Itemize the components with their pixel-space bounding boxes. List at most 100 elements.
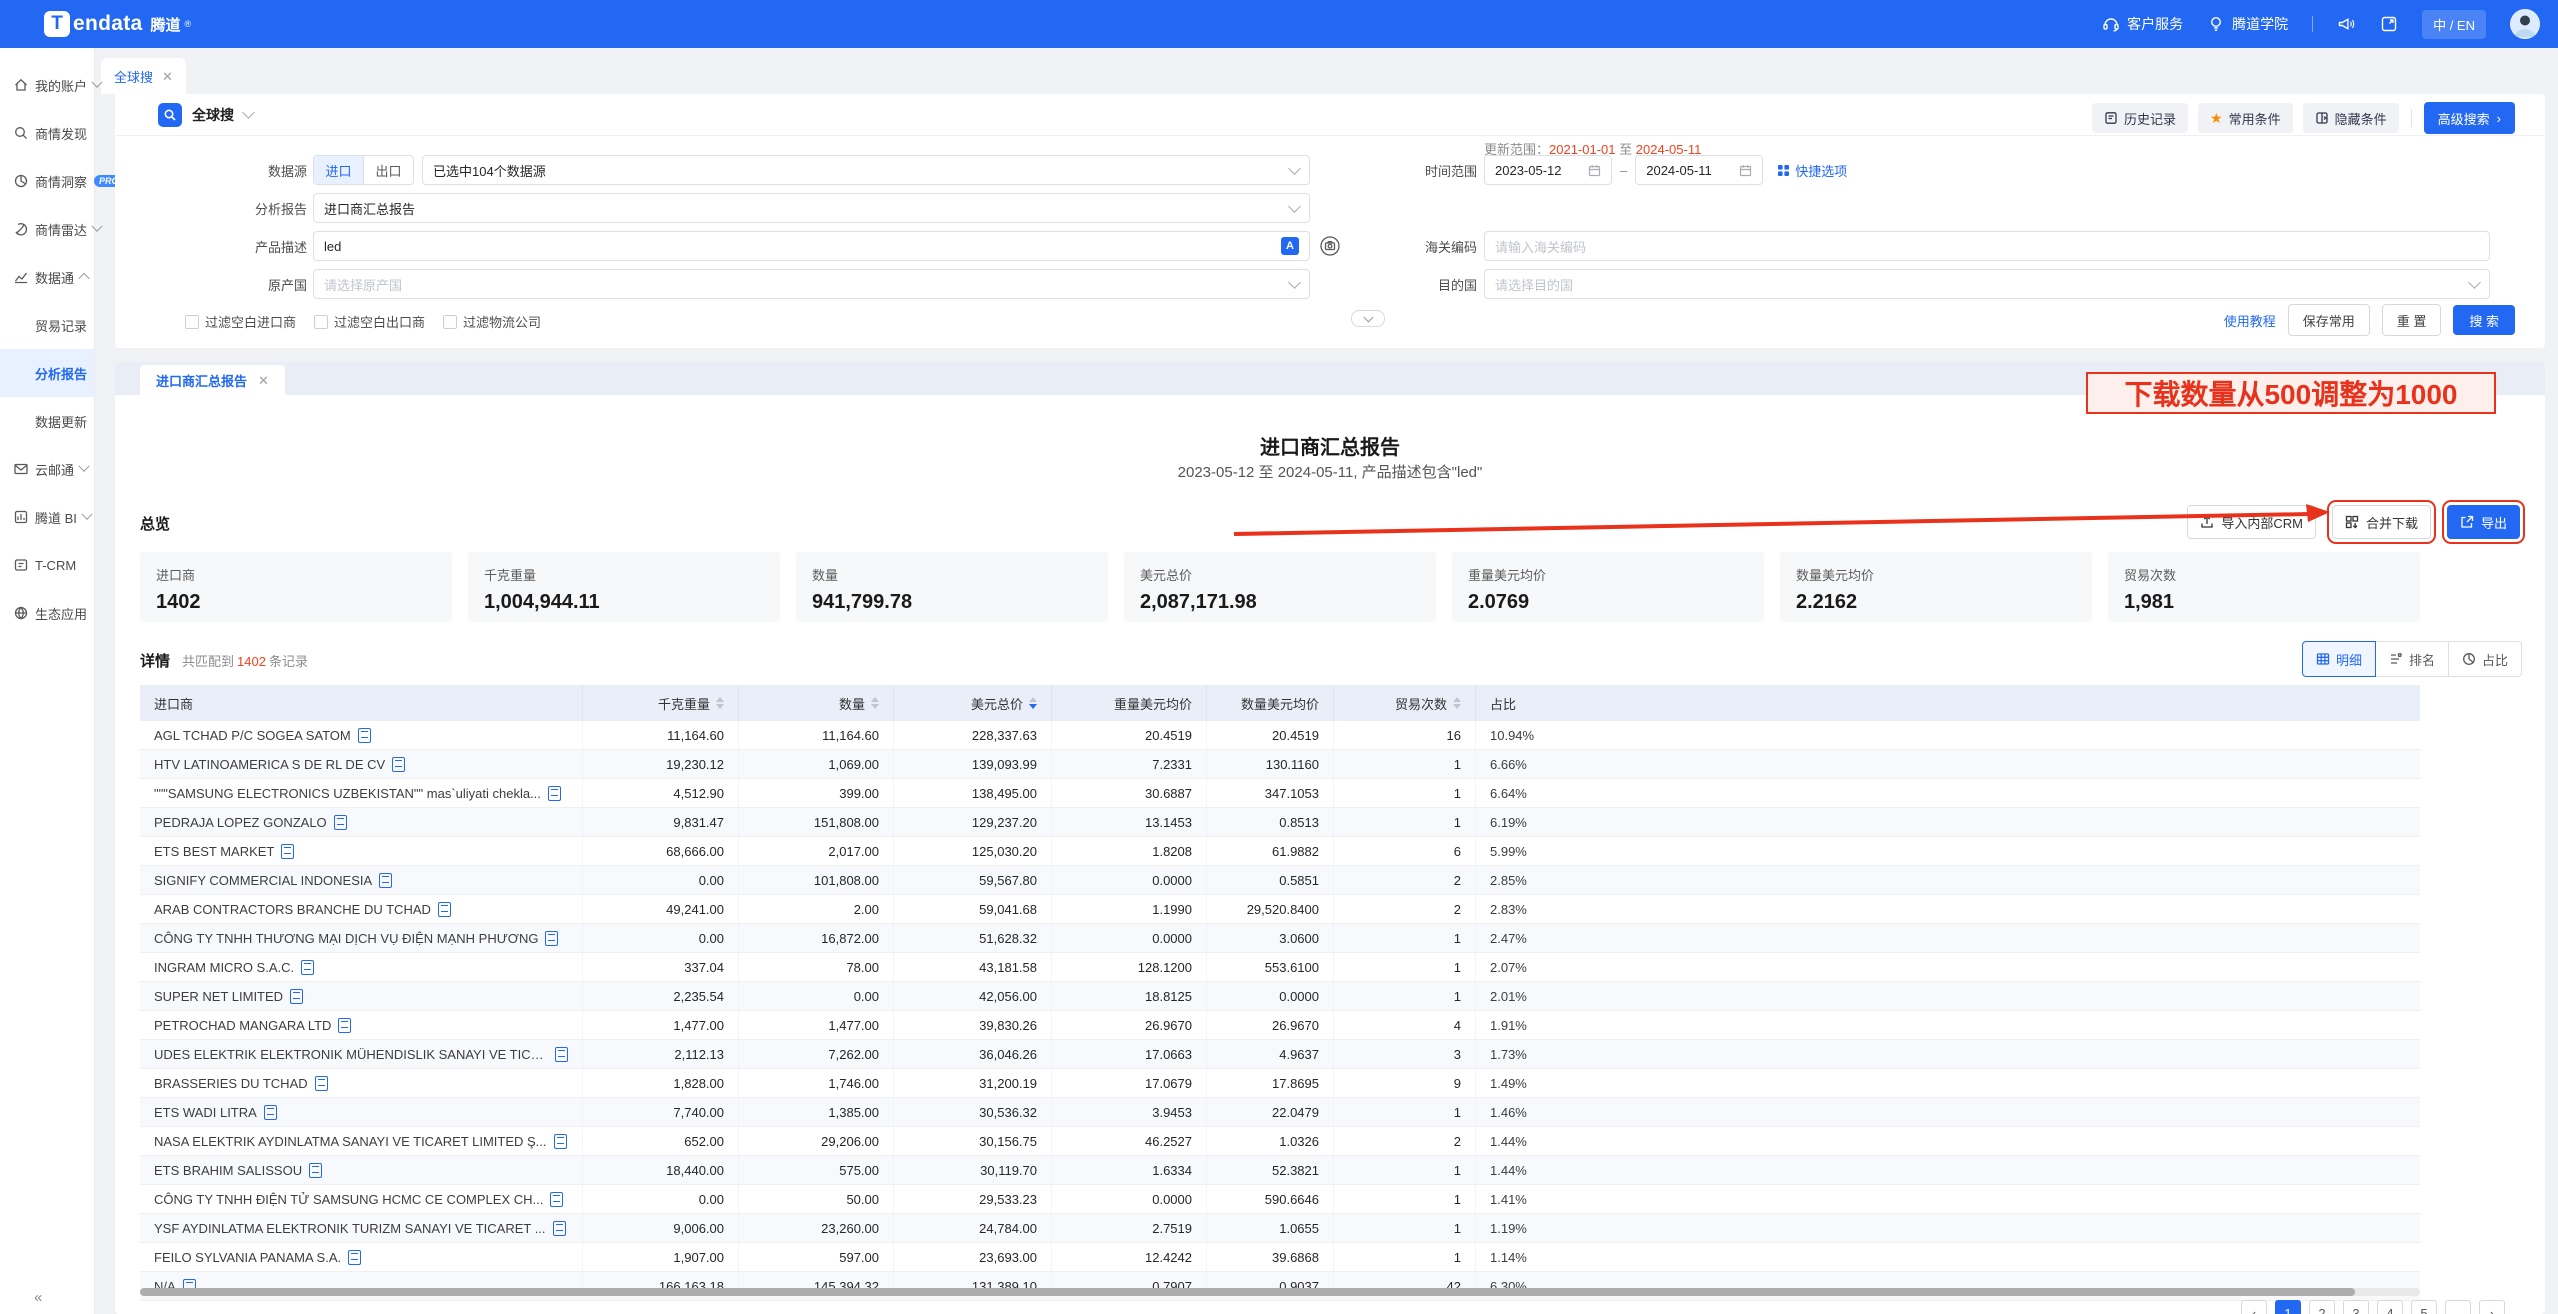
- sidebar-item-analysis-report[interactable]: 分析报告: [0, 349, 94, 397]
- sidebar-item-bi[interactable]: 腾道 BI: [0, 493, 94, 541]
- translate-icon[interactable]: A: [1281, 237, 1299, 255]
- page-button[interactable]: 2: [2309, 1300, 2335, 1314]
- table-row[interactable]: INGRAM MICRO S.A.C.337.0478.0043,181.581…: [140, 953, 2420, 982]
- view-ratio-button[interactable]: 占比: [2448, 641, 2522, 677]
- page-button[interactable]: 1: [2275, 1300, 2301, 1314]
- sidebar-item-radar[interactable]: 商情雷达: [0, 205, 94, 253]
- quick-options-link[interactable]: 快捷选项: [1777, 161, 1847, 180]
- sidebar-item-my-account[interactable]: 我的账户: [0, 61, 94, 109]
- filter-logistics-checkbox[interactable]: 过滤物流公司: [443, 312, 541, 331]
- data-source-select[interactable]: 已选中104个数据源: [422, 155, 1310, 185]
- hide-conditions-button[interactable]: 隐藏条件: [2303, 103, 2399, 133]
- table-row[interactable]: """SAMSUNG ELECTRONICS UZBEKISTAN"" mas`…: [140, 779, 2420, 808]
- company-profile-icon[interactable]: [438, 902, 451, 917]
- sidebar-item-data-update[interactable]: 数据更新: [0, 397, 94, 445]
- table-row[interactable]: HTV LATINOAMERICA S DE RL DE CV19,230.12…: [140, 750, 2420, 779]
- table-row[interactable]: CÔNG TY TNHH ĐIỆN TỬ SAMSUNG HCMC CE COM…: [140, 1185, 2420, 1214]
- history-button[interactable]: 历史记录: [2092, 103, 2188, 133]
- image-search-icon[interactable]: [1319, 235, 1341, 257]
- table-row[interactable]: YSF AYDINLATMA ELEKTRONIK TURIZM SANAYI …: [140, 1214, 2420, 1243]
- page-button[interactable]: ›: [2479, 1300, 2505, 1314]
- import-to-crm-button[interactable]: 导入内部CRM: [2187, 505, 2316, 539]
- close-icon[interactable]: ✕: [258, 374, 269, 387]
- table-row[interactable]: BRASSERIES DU TCHAD1,828.001,746.0031,20…: [140, 1069, 2420, 1098]
- company-profile-icon[interactable]: [334, 815, 347, 830]
- table-row[interactable]: SUPER NET LIMITED2,235.540.0042,056.0018…: [140, 982, 2420, 1011]
- company-profile-icon[interactable]: [301, 960, 314, 975]
- tab-importer-summary-report[interactable]: 进口商汇总报告 ✕: [140, 365, 285, 395]
- table-row[interactable]: AGL TCHAD P/C SOGEA SATOM11,164.6011,164…: [140, 721, 2420, 750]
- table-row[interactable]: NASA ELEKTRIK AYDINLATMA SANAYI VE TICAR…: [140, 1127, 2420, 1156]
- date-to-input[interactable]: 2024-05-11: [1635, 155, 1763, 185]
- view-rank-button[interactable]: 排名: [2375, 641, 2449, 677]
- close-icon[interactable]: ✕: [162, 70, 173, 83]
- product-desc-input[interactable]: led A: [313, 231, 1310, 261]
- sidebar-item-trade-records[interactable]: 贸易记录: [0, 301, 94, 349]
- table-row[interactable]: N/A166,163.18145,394.32131,389.100.79070…: [140, 1272, 2420, 1301]
- tendata-logo[interactable]: T endata 腾道 ®: [44, 11, 191, 37]
- sidebar-item-discovery[interactable]: 商情发现: [0, 109, 94, 157]
- sidebar-collapse-button[interactable]: «: [34, 1289, 42, 1306]
- announcement-button[interactable]: [2337, 15, 2356, 33]
- company-profile-icon[interactable]: [555, 1047, 568, 1062]
- table-row[interactable]: PEDRAJA LOPEZ GONZALO9,831.47151,808.001…: [140, 808, 2420, 837]
- report-type-select[interactable]: 进口商汇总报告: [313, 193, 1310, 223]
- language-toggle[interactable]: 中 / EN: [2422, 10, 2486, 39]
- table-row[interactable]: UDES ELEKTRIK ELEKTRONIK MÜHENDISLIK SAN…: [140, 1040, 2420, 1069]
- company-profile-icon[interactable]: [545, 931, 558, 946]
- sidebar-item-tcrm[interactable]: T-CRM: [0, 541, 94, 589]
- table-row[interactable]: ETS BEST MARKET68,666.002,017.00125,030.…: [140, 837, 2420, 866]
- hs-code-input[interactable]: 请输入海关编码: [1484, 231, 2490, 261]
- reset-button[interactable]: 重 置: [2382, 304, 2442, 336]
- favorite-conditions-button[interactable]: ★ 常用条件: [2198, 103, 2293, 133]
- company-profile-icon[interactable]: [392, 757, 405, 772]
- filter-blank-exporter-checkbox[interactable]: 过滤空白出口商: [314, 312, 425, 331]
- origin-country-select[interactable]: 请选择原产国: [313, 269, 1310, 299]
- tutorial-link[interactable]: 使用教程: [2224, 311, 2276, 330]
- user-avatar[interactable]: [2510, 9, 2540, 39]
- company-profile-icon[interactable]: [550, 1192, 563, 1207]
- company-profile-icon[interactable]: [338, 1018, 351, 1033]
- export-button[interactable]: 导出: [2447, 505, 2520, 539]
- academy-button[interactable]: 腾道学院: [2207, 14, 2288, 34]
- page-button[interactable]: ‹: [2241, 1300, 2267, 1314]
- company-profile-icon[interactable]: [290, 989, 303, 1004]
- company-profile-icon[interactable]: [553, 1221, 566, 1236]
- merge-download-button[interactable]: 合并下载: [2332, 505, 2431, 539]
- sidebar-item-datapass[interactable]: 数据通: [0, 253, 94, 301]
- company-profile-icon[interactable]: [348, 1250, 361, 1265]
- horizontal-scrollbar[interactable]: [140, 1288, 2420, 1296]
- advanced-search-button[interactable]: 高级搜索›: [2424, 102, 2515, 134]
- table-row[interactable]: ARAB CONTRACTORS BRANCHE DU TCHAD49,241.…: [140, 895, 2420, 924]
- table-row[interactable]: FEILO SYLVANIA PANAMA S.A.1,907.00597.00…: [140, 1243, 2420, 1272]
- fullscreen-button[interactable]: [2380, 15, 2398, 33]
- page-button[interactable]: 4: [2377, 1300, 2403, 1314]
- sidebar-item-insight[interactable]: 商情洞察PRO: [0, 157, 94, 205]
- search-button[interactable]: 搜 索: [2453, 305, 2515, 335]
- scrollbar-thumb[interactable]: [140, 1288, 2355, 1296]
- save-favorite-button[interactable]: 保存常用: [2288, 304, 2370, 336]
- destination-country-select[interactable]: 请选择目的国: [1484, 269, 2490, 299]
- column-header-quantity[interactable]: 数量: [739, 685, 894, 721]
- sidebar-item-eco-apps[interactable]: 生态应用: [0, 589, 94, 637]
- column-header-kg-weight[interactable]: 千克重量: [583, 685, 739, 721]
- collapse-panel-button[interactable]: [1351, 310, 1385, 327]
- page-button[interactable]: …: [2445, 1300, 2471, 1314]
- filter-blank-importer-checkbox[interactable]: 过滤空白进口商: [185, 312, 296, 331]
- table-row[interactable]: SIGNIFY COMMERCIAL INDONESIA0.00101,808.…: [140, 866, 2420, 895]
- company-profile-icon[interactable]: [315, 1076, 328, 1091]
- date-from-input[interactable]: 2023-05-12: [1484, 155, 1612, 185]
- company-profile-icon[interactable]: [548, 786, 561, 801]
- view-detail-button[interactable]: 明细: [2302, 641, 2376, 677]
- company-profile-icon[interactable]: [309, 1163, 322, 1178]
- customer-service-button[interactable]: 客户服务: [2102, 14, 2183, 34]
- company-profile-icon[interactable]: [358, 728, 371, 743]
- export-toggle[interactable]: 出口: [363, 156, 413, 184]
- chevron-down-icon[interactable]: [242, 106, 255, 119]
- column-header-trade-count[interactable]: 贸易次数: [1334, 685, 1476, 721]
- company-profile-icon[interactable]: [554, 1134, 567, 1149]
- table-row[interactable]: ETS BRAHIM SALISSOU18,440.00575.0030,119…: [140, 1156, 2420, 1185]
- company-profile-icon[interactable]: [264, 1105, 277, 1120]
- tab-global-search[interactable]: 全球搜 ✕: [101, 58, 186, 94]
- column-header-usd-total[interactable]: 美元总价: [894, 685, 1052, 721]
